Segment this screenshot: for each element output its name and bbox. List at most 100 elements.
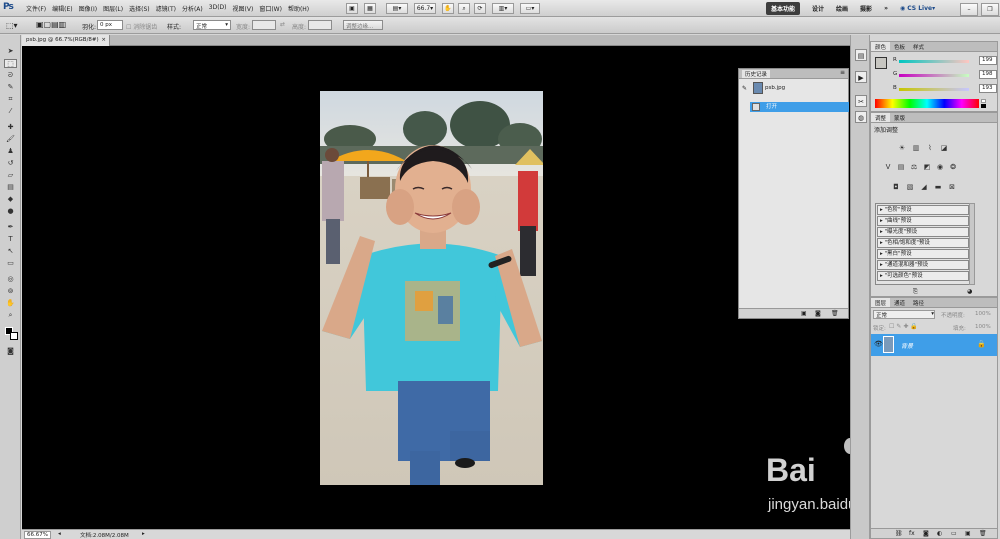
tab-color[interactable]: 颜色 xyxy=(871,42,891,51)
width-input[interactable] xyxy=(252,20,276,30)
invert-icon[interactable]: ◘ xyxy=(891,183,901,192)
preset-black-white[interactable]: ▸ "黑白"预设 xyxy=(877,249,969,259)
blur-tool-icon[interactable]: ◆ xyxy=(4,195,17,204)
history-step-open[interactable]: 打开 xyxy=(750,102,849,112)
panel-menu-icon[interactable]: ≡ xyxy=(840,69,845,76)
add-mask-icon[interactable]: ◙ xyxy=(923,530,929,537)
white-swatch[interactable] xyxy=(981,99,986,103)
brushes-panel-icon[interactable]: ◍ xyxy=(855,111,867,123)
style-select[interactable]: 正常 ▾ xyxy=(193,20,231,30)
black-white-icon[interactable]: ◩ xyxy=(922,163,932,172)
workspace-design[interactable]: 设计 xyxy=(812,4,824,13)
marquee-tool-icon[interactable]: ⬚ xyxy=(4,59,17,68)
color-spectrum[interactable] xyxy=(875,99,979,108)
move-tool-icon[interactable]: ➤ xyxy=(4,47,17,56)
lock-icons[interactable]: ☐✎✚🔒 xyxy=(889,323,920,330)
clone-stamp-tool-icon[interactable]: ♟ xyxy=(4,147,17,156)
3d-rotate-tool-icon[interactable]: ◎ xyxy=(4,275,17,284)
preset-hue-saturation[interactable]: ▸ "色相/饱和度"预设 xyxy=(877,238,969,248)
tab-adjustments[interactable]: 调整 xyxy=(871,113,891,122)
arrange-documents-button[interactable]: ▥▾ xyxy=(492,3,514,14)
rotate-view-icon[interactable]: ⟳ xyxy=(474,3,486,14)
preset-levels[interactable]: ▸ "色阶"预设 xyxy=(877,205,969,215)
document-tab[interactable]: psb.jpg @ 66.7%(RGB/8#) × xyxy=(22,35,110,46)
gradient-tool-icon[interactable]: ▤ xyxy=(4,183,17,192)
tab-masks[interactable]: 蒙版 xyxy=(890,113,909,122)
presets-scrollbar[interactable] xyxy=(969,203,975,285)
status-arrow-icon[interactable]: ▸ xyxy=(142,531,145,537)
delete-icon[interactable]: 🗑 xyxy=(831,310,839,317)
fill-value[interactable]: 100% xyxy=(975,324,991,330)
antialias-checkbox[interactable]: ☐ 消除锯齿 xyxy=(126,22,157,31)
history-panel-icon[interactable]: ▤ xyxy=(855,49,867,61)
snapshot-name[interactable]: psb.jpg xyxy=(765,85,785,91)
snapshot-icon[interactable]: ◙ xyxy=(815,310,821,317)
new-group-icon[interactable]: ▭ xyxy=(951,530,957,537)
foreground-color-swatch[interactable] xyxy=(875,57,887,69)
brightness-contrast-icon[interactable]: ☀ xyxy=(897,144,907,153)
pen-tool-icon[interactable]: ✒ xyxy=(4,223,17,232)
exposure-icon[interactable]: ◪ xyxy=(939,144,949,153)
new-layer-icon[interactable]: ▣ xyxy=(965,530,971,537)
workspace-painting[interactable]: 绘画 xyxy=(836,4,848,13)
new-document-icon[interactable]: ▣ xyxy=(801,310,807,317)
menu-image[interactable]: 图像(I) xyxy=(79,4,97,13)
black-swatch[interactable] xyxy=(981,104,986,108)
adjustment-options-icon[interactable]: ◕ xyxy=(967,288,972,295)
r-value[interactable]: 199 xyxy=(979,56,997,65)
blend-mode-select[interactable]: 正常 ▾ xyxy=(873,310,935,319)
type-tool-icon[interactable]: T xyxy=(4,235,17,244)
dodge-tool-icon[interactable]: ● xyxy=(4,207,17,216)
menu-analysis[interactable]: 分析(A) xyxy=(182,4,203,13)
new-adjustment-icon[interactable]: ◐ xyxy=(937,530,942,537)
b-slider[interactable] xyxy=(899,88,969,91)
marquee-preset-icon[interactable]: ⬚▾ xyxy=(6,21,18,30)
channel-mixer-icon[interactable]: ❂ xyxy=(948,163,958,172)
eraser-tool-icon[interactable]: ▱ xyxy=(4,171,17,180)
eye-icon[interactable]: 👁 xyxy=(874,340,883,348)
menu-layer[interactable]: 图层(L) xyxy=(103,4,123,13)
history-panel-title[interactable]: 历史记录 xyxy=(742,70,771,78)
levels-icon[interactable]: ▥ xyxy=(911,144,921,153)
swap-icon[interactable]: ⇄ xyxy=(280,21,285,28)
link-layers-icon[interactable]: ⛓ xyxy=(895,530,903,537)
tab-paths[interactable]: 路径 xyxy=(909,298,928,307)
history-brush-source-icon[interactable]: ✎ xyxy=(742,85,747,92)
menu-edit[interactable]: 编辑(E) xyxy=(52,4,72,13)
tab-styles[interactable]: 样式 xyxy=(909,42,928,51)
eyedropper-tool-icon[interactable]: ⁄ xyxy=(4,107,17,116)
posterize-icon[interactable]: ▧ xyxy=(905,183,915,192)
b-value[interactable]: 193 xyxy=(979,84,997,93)
r-slider[interactable] xyxy=(899,60,969,63)
opacity-value[interactable]: 100% xyxy=(975,311,991,317)
menu-file[interactable]: 文件(F) xyxy=(26,4,46,13)
zoom-level-select[interactable]: 66.7 ▾ xyxy=(414,3,436,14)
view-extras-button[interactable]: ▤▾ xyxy=(386,3,408,14)
workspace-photography[interactable]: 摄影 xyxy=(860,4,872,13)
g-value[interactable]: 198 xyxy=(979,70,997,79)
preset-exposure[interactable]: ▸ "曝光度"预设 xyxy=(877,227,969,237)
minibridge-icon[interactable]: ▦ xyxy=(364,3,376,14)
minimize-icon[interactable]: – xyxy=(960,3,978,16)
feather-input[interactable]: 0 px xyxy=(97,20,123,30)
height-input[interactable] xyxy=(308,20,332,30)
color-balance-icon[interactable]: ⚖ xyxy=(909,163,919,172)
menu-window[interactable]: 窗口(W) xyxy=(259,4,282,13)
selective-color-icon[interactable]: ⊠ xyxy=(947,183,957,192)
selection-mode-icons[interactable]: ▣▢▤▥ xyxy=(36,20,66,29)
actions-panel-icon[interactable]: ▶ xyxy=(855,71,867,83)
preset-channel-mixer[interactable]: ▸ "通道混和器"预设 xyxy=(877,260,969,270)
shape-tool-icon[interactable]: ▭ xyxy=(4,259,17,268)
preset-curves[interactable]: ▸ "曲线"预设 xyxy=(877,216,969,226)
quick-mask-icon[interactable]: ◙ xyxy=(4,347,17,356)
status-nav-icon[interactable]: ◂ xyxy=(58,531,61,537)
menu-3d[interactable]: 3D(D) xyxy=(209,4,227,13)
lasso-tool-icon[interactable]: ᘐ xyxy=(4,71,17,80)
menu-filter[interactable]: 滤镜(T) xyxy=(156,4,176,13)
document-image[interactable] xyxy=(320,91,543,485)
bridge-icon[interactable]: ▣ xyxy=(346,3,358,14)
layer-clip-icon[interactable]: ⎘ xyxy=(913,288,918,296)
vibrance-icon[interactable]: V xyxy=(883,163,893,172)
photo-filter-icon[interactable]: ◉ xyxy=(935,163,945,172)
curves-icon[interactable]: ⌇ xyxy=(925,144,935,153)
